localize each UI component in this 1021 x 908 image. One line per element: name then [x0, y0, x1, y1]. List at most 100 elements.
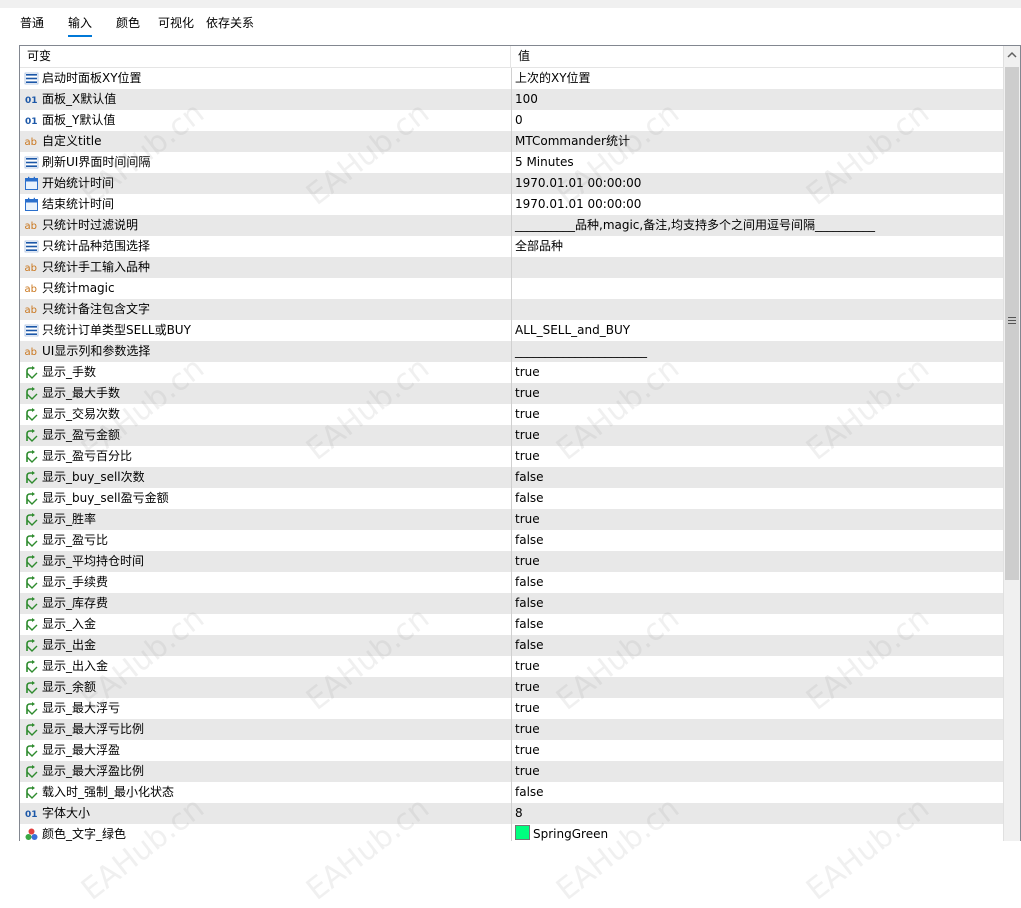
table-row[interactable]: 启动时面板XY位置 上次的XY位置 — [20, 68, 1003, 89]
variable-cell[interactable]: 显示_交易次数 — [20, 404, 510, 425]
table-row[interactable]: 显示_出金 false — [20, 635, 1003, 656]
value-cell[interactable]: false — [511, 593, 544, 614]
variable-cell[interactable]: 颜色_文字_绿色 — [20, 824, 510, 841]
table-row[interactable]: 显示_最大手数 true — [20, 383, 1003, 404]
value-cell[interactable]: true — [511, 425, 540, 446]
table-row[interactable]: 显示_出入金 true — [20, 656, 1003, 677]
table-row[interactable]: 载入时_强制_最小化状态 false — [20, 782, 1003, 803]
value-cell[interactable]: ALL_SELL_and_BUY — [511, 320, 630, 341]
tab-general[interactable]: 普通 — [20, 12, 44, 34]
variable-cell[interactable]: 刷新UI界面时间间隔 — [20, 152, 510, 173]
variable-cell[interactable]: 结束统计时间 — [20, 194, 510, 215]
table-row[interactable]: 显示_交易次数 true — [20, 404, 1003, 425]
variable-cell[interactable]: ab 自定义title — [20, 131, 510, 152]
variable-cell[interactable]: 01 面板_Y默认值 — [20, 110, 510, 131]
value-cell[interactable]: MTCommander统计 — [511, 131, 630, 152]
value-cell[interactable]: true — [511, 740, 540, 761]
table-row[interactable]: 显示_手数 true — [20, 362, 1003, 383]
variable-cell[interactable]: ab UI显示列和参数选择 — [20, 341, 510, 362]
value-cell[interactable] — [511, 278, 515, 299]
variable-cell[interactable]: 显示_平均持仓时间 — [20, 551, 510, 572]
variable-cell[interactable]: 显示_盈亏比 — [20, 530, 510, 551]
value-cell[interactable]: false — [511, 614, 544, 635]
value-cell[interactable]: 5 Minutes — [511, 152, 574, 173]
value-cell[interactable]: 8 — [511, 803, 523, 824]
variable-cell[interactable]: 显示_胜率 — [20, 509, 510, 530]
value-cell[interactable]: true — [511, 362, 540, 383]
table-row[interactable]: 显示_最大浮盈 true — [20, 740, 1003, 761]
value-cell[interactable]: 上次的XY位置 — [511, 68, 591, 89]
table-row[interactable]: 显示_库存费 false — [20, 593, 1003, 614]
value-cell[interactable]: 1970.01.01 00:00:00 — [511, 194, 641, 215]
table-row[interactable]: 结束统计时间 1970.01.01 00:00:00 — [20, 194, 1003, 215]
tab-visualization[interactable]: 可视化 — [158, 12, 194, 34]
variable-cell[interactable]: 显示_最大浮盈比例 — [20, 761, 510, 782]
value-cell[interactable]: true — [511, 656, 540, 677]
variable-cell[interactable]: 显示_手续费 — [20, 572, 510, 593]
variable-cell[interactable]: 显示_盈亏金额 — [20, 425, 510, 446]
column-header-variable[interactable]: 可变 — [20, 46, 51, 67]
value-cell[interactable]: true — [511, 404, 540, 425]
variable-cell[interactable]: 显示_盈亏百分比 — [20, 446, 510, 467]
variable-cell[interactable]: 显示_buy_sell盈亏金额 — [20, 488, 510, 509]
tab-colors[interactable]: 颜色 — [116, 12, 140, 34]
variable-cell[interactable]: 显示_入金 — [20, 614, 510, 635]
table-row[interactable]: 01 面板_Y默认值 0 — [20, 110, 1003, 131]
scroll-thumb[interactable] — [1005, 67, 1019, 580]
value-cell[interactable]: 1970.01.01 00:00:00 — [511, 173, 641, 194]
variable-cell[interactable]: 01 面板_X默认值 — [20, 89, 510, 110]
table-row[interactable]: 只统计品种范围选择 全部品种 — [20, 236, 1003, 257]
variable-cell[interactable]: 只统计订单类型SELL或BUY — [20, 320, 510, 341]
variable-cell[interactable]: 显示_最大浮亏比例 — [20, 719, 510, 740]
tab-inputs[interactable]: 输入 — [68, 12, 93, 37]
variable-cell[interactable]: ab 只统计magic — [20, 278, 510, 299]
value-cell[interactable]: __________品种,magic,备注,均支持多个之间用逗号间隔______… — [511, 215, 875, 236]
vertical-scrollbar[interactable] — [1003, 46, 1020, 841]
value-cell[interactable]: 全部品种 — [511, 236, 563, 257]
value-cell[interactable]: 100 — [511, 89, 538, 110]
variable-cell[interactable]: 显示_出金 — [20, 635, 510, 656]
table-row[interactable]: 显示_盈亏百分比 true — [20, 446, 1003, 467]
table-row[interactable]: 01 面板_X默认值 100 — [20, 89, 1003, 110]
variable-cell[interactable]: 显示_最大浮亏 — [20, 698, 510, 719]
table-row[interactable]: 开始统计时间 1970.01.01 00:00:00 — [20, 173, 1003, 194]
table-row[interactable]: ab 只统计备注包含文字 — [20, 299, 1003, 320]
variable-cell[interactable]: 载入时_强制_最小化状态 — [20, 782, 510, 803]
value-cell[interactable]: true — [511, 383, 540, 404]
table-row[interactable]: ab UI显示列和参数选择 ______________________ — [20, 341, 1003, 362]
variable-cell[interactable]: 显示_buy_sell次数 — [20, 467, 510, 488]
table-row[interactable]: 显示_最大浮盈比例 true — [20, 761, 1003, 782]
variable-cell[interactable]: 开始统计时间 — [20, 173, 510, 194]
variable-cell[interactable]: 显示_最大手数 — [20, 383, 510, 404]
variable-cell[interactable]: 显示_出入金 — [20, 656, 510, 677]
table-row[interactable]: 刷新UI界面时间间隔 5 Minutes — [20, 152, 1003, 173]
value-cell[interactable]: 0 — [511, 110, 523, 131]
table-row[interactable]: 显示_最大浮亏 true — [20, 698, 1003, 719]
scroll-up-icon[interactable] — [1007, 50, 1017, 60]
column-header-value[interactable]: 值 — [511, 46, 530, 67]
variable-cell[interactable]: ab 只统计备注包含文字 — [20, 299, 510, 320]
value-cell[interactable]: ______________________ — [511, 341, 647, 362]
variable-cell[interactable]: 启动时面板XY位置 — [20, 68, 510, 89]
value-cell[interactable]: true — [511, 446, 540, 467]
value-cell[interactable]: true — [511, 509, 540, 530]
table-row[interactable]: 显示_胜率 true — [20, 509, 1003, 530]
variable-cell[interactable]: 只统计品种范围选择 — [20, 236, 510, 257]
value-cell[interactable]: true — [511, 677, 540, 698]
table-row[interactable]: ab 自定义title MTCommander统计 — [20, 131, 1003, 152]
value-cell[interactable]: true — [511, 698, 540, 719]
variable-cell[interactable]: ab 只统计时过滤说明 — [20, 215, 510, 236]
value-cell[interactable]: false — [511, 635, 544, 656]
value-cell[interactable]: false — [511, 467, 544, 488]
table-row[interactable]: ab 只统计magic — [20, 278, 1003, 299]
table-row[interactable]: 显示_平均持仓时间 true — [20, 551, 1003, 572]
tab-dependencies[interactable]: 依存关系 — [206, 12, 254, 34]
table-row[interactable]: 只统计订单类型SELL或BUY ALL_SELL_and_BUY — [20, 320, 1003, 341]
variable-cell[interactable]: 显示_库存费 — [20, 593, 510, 614]
table-row[interactable]: ab 只统计时过滤说明 __________品种,magic,备注,均支持多个之间用… — [20, 215, 1003, 236]
table-row[interactable]: 颜色_文字_绿色 SpringGreen — [20, 824, 1003, 841]
value-cell[interactable]: true — [511, 719, 540, 740]
table-row[interactable]: ab 只统计手工输入品种 — [20, 257, 1003, 278]
value-cell[interactable]: false — [511, 530, 544, 551]
value-cell[interactable]: SpringGreen — [511, 824, 608, 841]
